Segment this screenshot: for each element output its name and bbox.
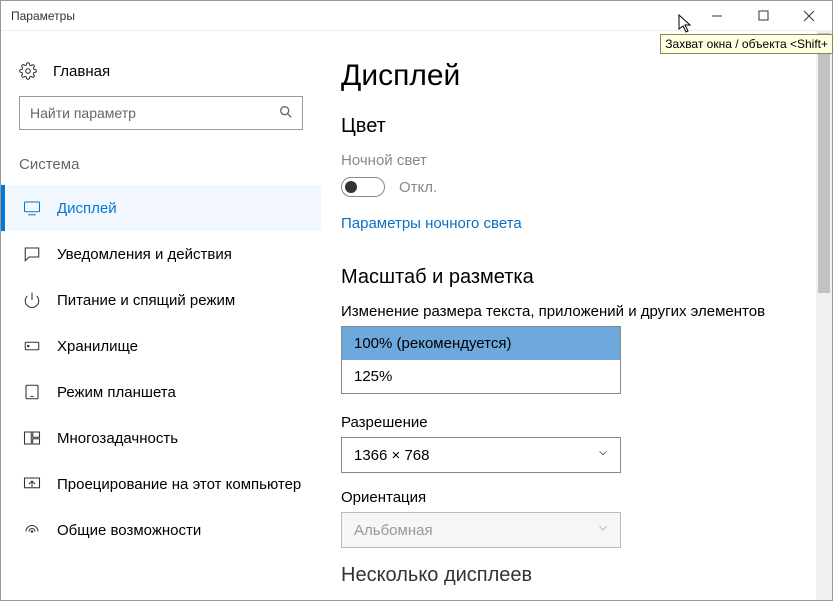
settings-window: Параметры Главная (0, 0, 833, 601)
scrollbar[interactable] (816, 31, 832, 600)
sidebar-item-storage[interactable]: Хранилище (1, 323, 321, 369)
orientation-value: Альбомная (354, 522, 433, 539)
scale-dropdown-open[interactable]: 100% (рекомендуется) 125% (341, 326, 621, 394)
chevron-down-icon (596, 446, 610, 464)
message-icon (23, 245, 41, 263)
project-icon (23, 475, 41, 493)
monitor-icon (23, 199, 41, 217)
sidebar-item-label: Общие возможности (57, 522, 201, 539)
sidebar-item-power[interactable]: Питание и спящий режим (1, 277, 321, 323)
cursor-icon (678, 14, 694, 37)
orientation-label: Ориентация (341, 489, 832, 506)
capture-tooltip: Захват окна / объекта <Shift+ (660, 34, 833, 54)
tablet-icon (23, 383, 41, 401)
window-controls (694, 1, 832, 31)
sidebar-item-label: Многозадачность (57, 430, 178, 447)
scale-option-100[interactable]: 100% (рекомендуется) (342, 327, 620, 360)
share-icon (23, 521, 41, 539)
search-box[interactable] (19, 96, 303, 130)
main-panel: Дисплей Цвет Ночной свет Откл. Параметры… (321, 31, 832, 600)
sidebar-group-label: Система (1, 156, 321, 185)
sidebar-item-tablet[interactable]: Режим планшета (1, 369, 321, 415)
sidebar-item-shared[interactable]: Общие возможности (1, 507, 321, 553)
home-link[interactable]: Главная (1, 56, 321, 96)
sidebar-item-label: Дисплей (57, 200, 117, 217)
close-button[interactable] (786, 1, 832, 31)
nightlight-label: Ночной свет (341, 152, 832, 169)
sidebar-item-display[interactable]: Дисплей (1, 185, 321, 231)
scale-option-125[interactable]: 125% (342, 360, 620, 393)
sidebar-item-label: Питание и спящий режим (57, 292, 235, 309)
chevron-down-icon (596, 521, 610, 539)
nightlight-state: Откл. (399, 179, 437, 196)
multitask-icon (23, 429, 41, 447)
maximize-button[interactable] (740, 1, 786, 31)
search-icon (278, 104, 294, 123)
page-title: Дисплей (341, 59, 832, 93)
resolution-label: Разрешение (341, 414, 832, 431)
scale-label: Изменение размера текста, приложений и д… (341, 303, 832, 320)
titlebar: Параметры (1, 1, 832, 31)
nightlight-toggle[interactable] (341, 177, 385, 197)
sidebar-item-label: Режим планшета (57, 384, 176, 401)
section-multi-displays: Несколько дисплеев (341, 564, 832, 587)
section-scale: Масштаб и разметка (341, 266, 832, 289)
power-icon (23, 291, 41, 309)
sidebar-item-label: Проецирование на этот компьютер (57, 476, 301, 493)
sidebar-item-notifications[interactable]: Уведомления и действия (1, 231, 321, 277)
home-label: Главная (53, 63, 110, 80)
sidebar-item-label: Уведомления и действия (57, 246, 232, 263)
minimize-button[interactable] (694, 1, 740, 31)
sidebar-item-projecting[interactable]: Проецирование на этот компьютер (1, 461, 321, 507)
scrollbar-thumb[interactable] (818, 33, 830, 293)
storage-icon (23, 337, 41, 355)
gear-icon (19, 62, 37, 80)
window-title: Параметры (11, 9, 75, 23)
resolution-value: 1366 × 768 (354, 447, 430, 464)
content-area: Главная Система Дисплей Уведомления и де… (1, 31, 832, 600)
search-input[interactable] (30, 105, 278, 121)
sidebar-item-multitasking[interactable]: Многозадачность (1, 415, 321, 461)
section-color: Цвет (341, 115, 832, 138)
resolution-combo[interactable]: 1366 × 768 (341, 437, 621, 473)
sidebar-item-label: Хранилище (57, 338, 138, 355)
nightlight-toggle-row: Откл. (341, 177, 832, 197)
nightlight-settings-link[interactable]: Параметры ночного света (341, 215, 522, 232)
orientation-combo[interactable]: Альбомная (341, 512, 621, 548)
sidebar: Главная Система Дисплей Уведомления и де… (1, 31, 321, 600)
search-wrap (1, 96, 321, 156)
